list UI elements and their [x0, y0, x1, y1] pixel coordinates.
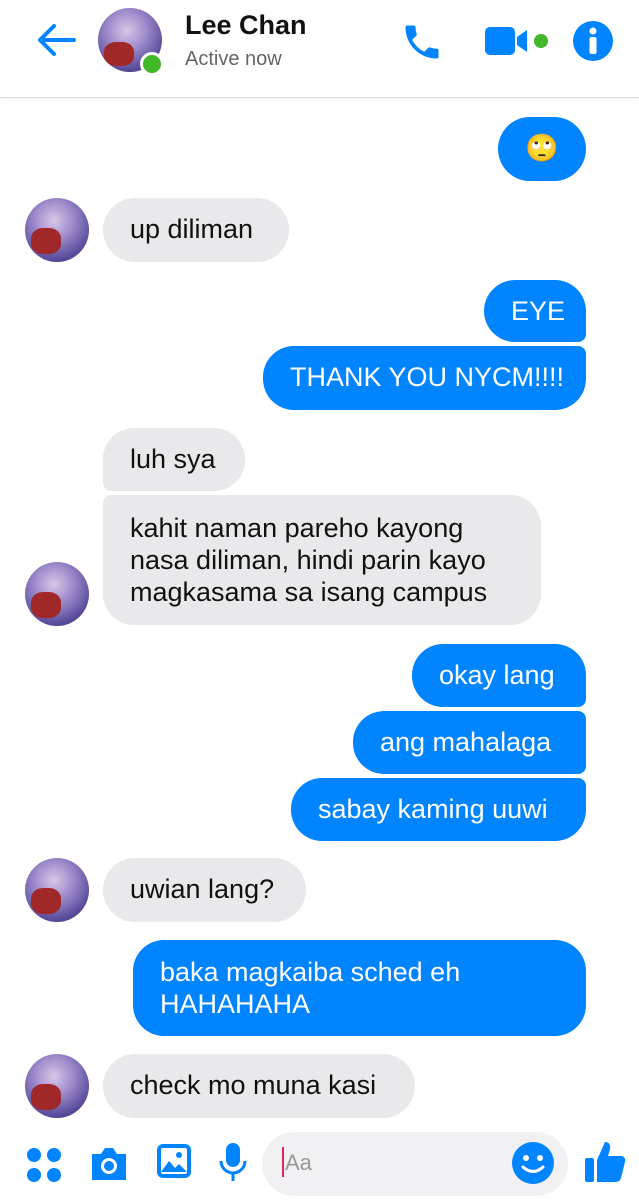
message-bubble[interactable]: EYE	[484, 280, 586, 342]
text-caret	[282, 1147, 284, 1177]
contact-avatar-small	[25, 858, 89, 922]
message-bubble-emoji[interactable]: 🙄	[498, 117, 586, 181]
video-camera-icon[interactable]	[483, 24, 553, 58]
message-bubble[interactable]: ang mahalaga	[353, 711, 586, 774]
gallery-icon[interactable]	[155, 1142, 193, 1180]
contact-name[interactable]: Lee Chan	[185, 10, 307, 41]
message-bubble[interactable]: up diliman	[103, 198, 289, 262]
back-arrow-icon[interactable]	[34, 22, 78, 58]
message-line: nasa diliman, hindi parin kayo	[130, 545, 486, 575]
message-line: magkasama sa isang campus	[130, 577, 488, 607]
info-icon[interactable]	[572, 20, 614, 62]
camera-icon[interactable]	[88, 1144, 130, 1182]
active-status: Active now	[185, 48, 282, 70]
message-line: HAHAHAHA	[160, 989, 311, 1019]
microphone-icon[interactable]	[218, 1141, 248, 1183]
chat-header: Lee Chan Active now	[0, 0, 639, 98]
contact-avatar-small	[25, 198, 89, 262]
message-bubble-multiline[interactable]: kahit naman pareho kayong nasa diliman, …	[103, 495, 541, 625]
like-icon[interactable]	[583, 1138, 627, 1184]
message-line: baka magkaiba sched eh	[160, 957, 461, 987]
message-bubble[interactable]: sabay kaming uuwi	[291, 778, 586, 841]
message-bubble-multiline[interactable]: baka magkaiba sched eh HAHAHAHA	[133, 940, 586, 1036]
contact-avatar-small	[25, 562, 89, 626]
apps-icon[interactable]	[25, 1146, 63, 1184]
message-bubble[interactable]: luh sya	[103, 428, 245, 491]
message-input-placeholder: Aa	[285, 1150, 312, 1175]
emoji-icon[interactable]	[511, 1141, 555, 1185]
online-indicator	[140, 52, 164, 76]
message-bubble[interactable]: THANK YOU NYCM!!!!	[263, 346, 586, 410]
message-bubble[interactable]: uwian lang?	[103, 858, 306, 922]
phone-icon[interactable]	[400, 20, 444, 64]
message-bubble[interactable]: okay lang	[412, 644, 586, 707]
message-bubble[interactable]: check mo muna kasi	[103, 1054, 415, 1118]
message-line: kahit naman pareho kayong	[130, 513, 464, 543]
contact-avatar-small	[25, 1054, 89, 1118]
